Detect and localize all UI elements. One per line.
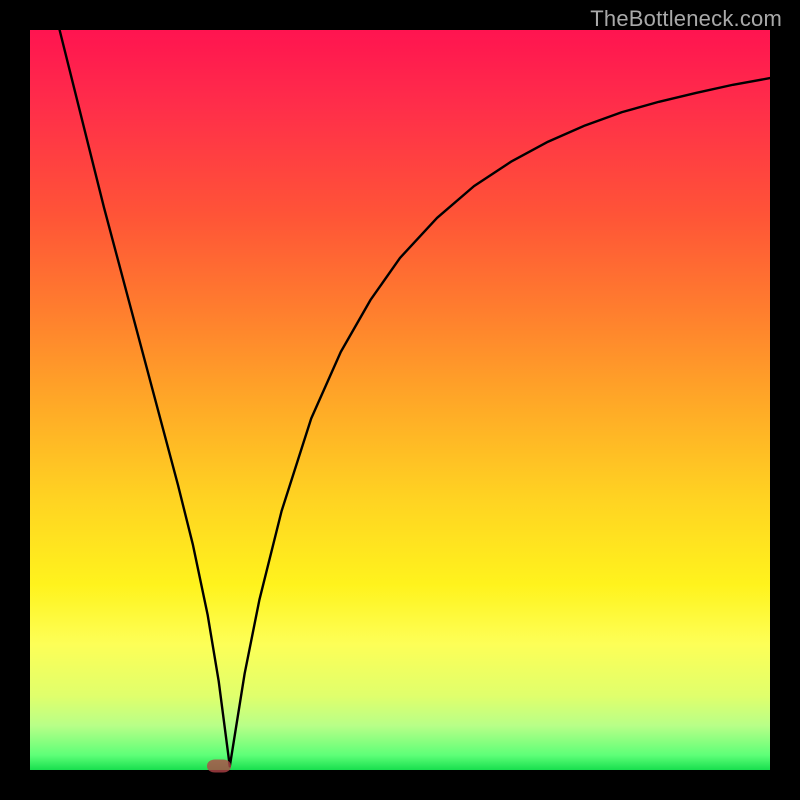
bottleneck-curve <box>30 30 770 770</box>
minimum-point-marker <box>207 760 231 773</box>
plot-area <box>30 30 770 770</box>
watermark-label: TheBottleneck.com <box>590 6 782 32</box>
chart-canvas: TheBottleneck.com <box>0 0 800 800</box>
